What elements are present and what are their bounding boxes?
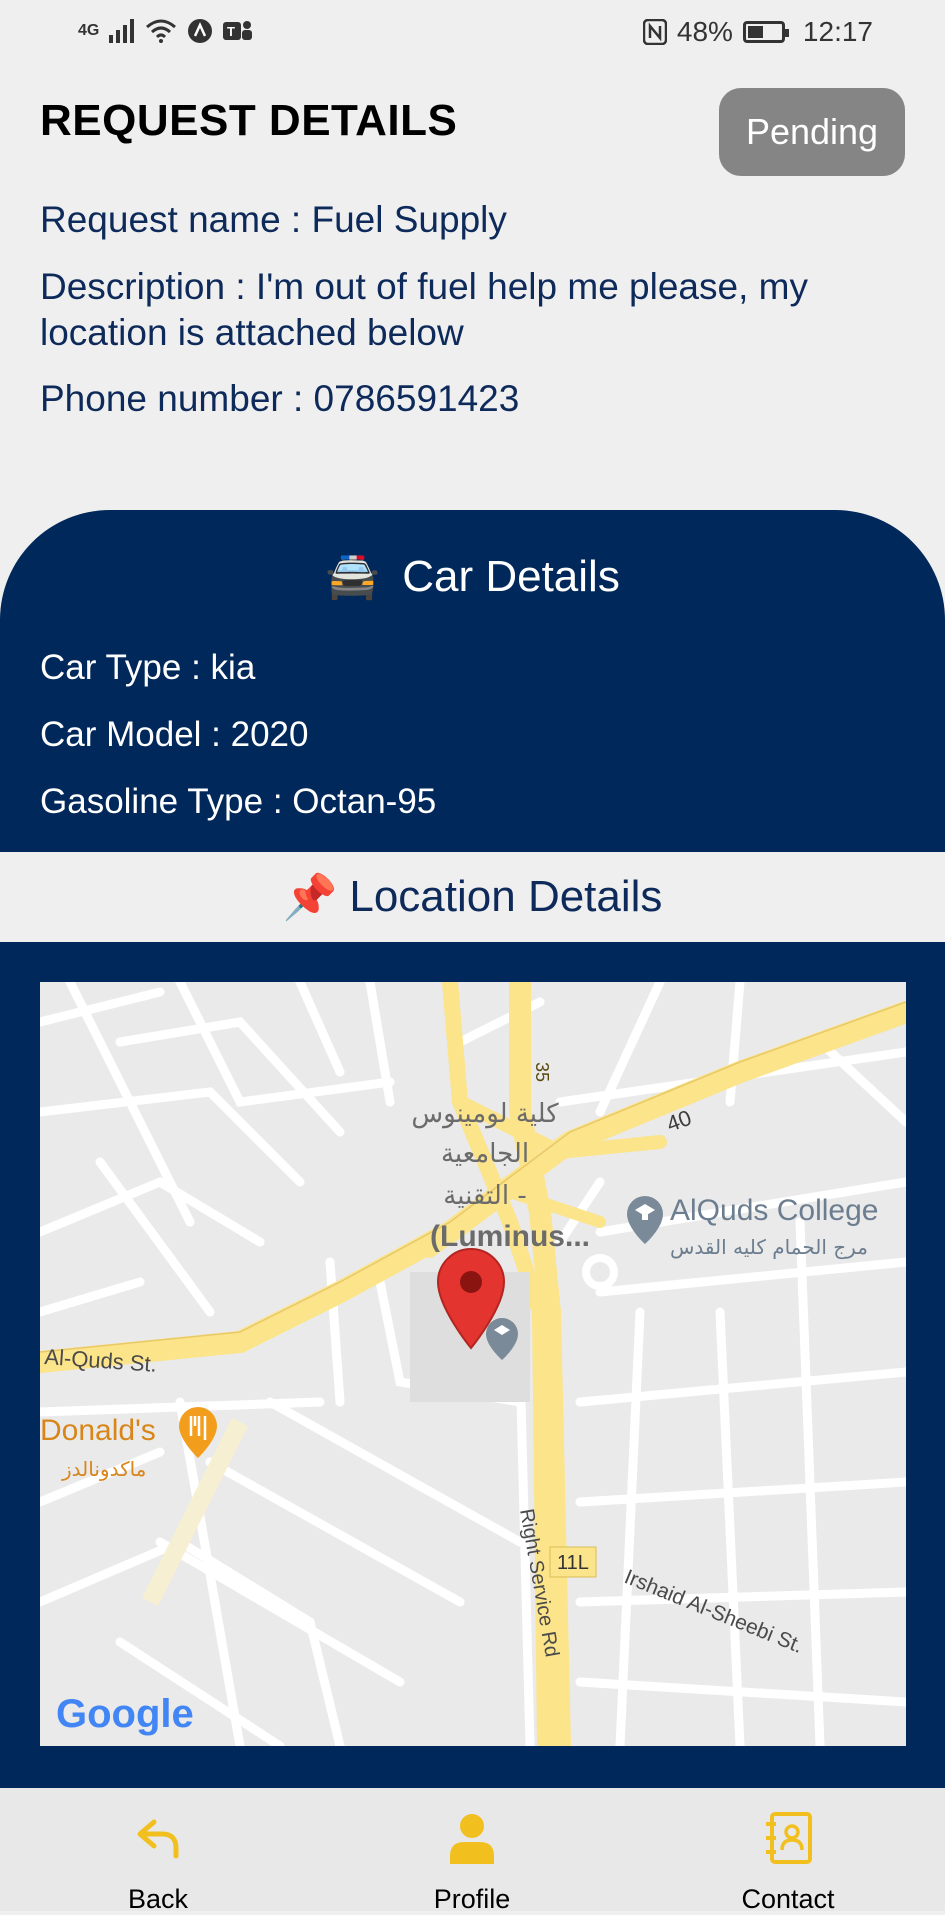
nav-back[interactable]: Back <box>58 1788 258 1914</box>
svg-text:التقنية -: التقنية - <box>443 1181 526 1211</box>
status-icons-right: 48% 12:17 <box>642 16 873 48</box>
svg-text:الجامعية: الجامعية <box>441 1139 529 1169</box>
nfc-icon <box>642 19 667 45</box>
battery-icon <box>742 21 789 43</box>
map-section: 35 40 11L كلية لومينوس الجامعية التقنية … <box>0 942 945 1788</box>
nav-profile-label: Profile <box>433 1884 511 1914</box>
status-bar: 4G T 48% 12:17 <box>0 0 945 70</box>
poi-luminus-en: (Luminus... <box>430 1220 590 1253</box>
contact-book-icon <box>766 1812 812 1864</box>
car-details-heading: 🚔 Car Details <box>0 550 945 602</box>
request-name: Request name : Fuel Supply <box>40 199 507 240</box>
location-map[interactable]: 35 40 11L كلية لومينوس الجامعية التقنية … <box>40 982 906 1746</box>
status-badge: Pending <box>719 88 905 176</box>
battery-percent: 48% <box>676 16 733 47</box>
pushpin-icon: 📌 <box>282 873 338 922</box>
poi-alquds-en: AlQuds College <box>670 1194 878 1227</box>
back-arrow-icon <box>137 1819 179 1859</box>
car-type: Car Type : kia <box>40 648 256 687</box>
poi-mcdonalds-ar: ماكدونالدز <box>61 1457 146 1481</box>
car-details-section: 🚔 Car Details Car Type : kia Car Model :… <box>0 510 945 852</box>
road-label-11l: 11L <box>549 1546 597 1578</box>
page-title: REQUEST DETAILS <box>40 96 458 145</box>
nav-profile[interactable]: Profile <box>372 1788 572 1914</box>
teams-icon: T <box>223 21 253 40</box>
svg-text:35: 35 <box>532 1062 552 1082</box>
app-notification-icon <box>188 19 213 43</box>
gasoline-type: Gasoline Type : Octan-95 <box>40 782 437 821</box>
location-details-heading: 📌 Location Details <box>0 852 945 942</box>
poi-alquds-ar: مرج الحمام كليه القدس <box>670 1235 868 1259</box>
request-phone: Phone number : 0786591423 <box>40 378 520 419</box>
status-icons-left: 4G T <box>78 18 253 44</box>
police-car-icon: 🚔 <box>325 552 380 601</box>
nav-contact-label: Contact <box>741 1884 835 1914</box>
request-description: Description : I'm out of fuel help me pl… <box>40 266 808 353</box>
map-canvas[interactable]: 35 40 11L كلية لومينوس الجامعية التقنية … <box>40 982 906 1746</box>
network-type: 4G <box>78 22 100 39</box>
google-logo: Google <box>56 1692 194 1736</box>
wifi-icon <box>146 19 177 43</box>
car-model: Car Model : 2020 <box>40 715 309 754</box>
svg-text:Google: Google <box>56 1692 194 1736</box>
poi-mcdonalds-en: Donald's <box>40 1414 156 1447</box>
person-icon <box>450 1814 494 1864</box>
nav-back-label: Back <box>127 1884 189 1914</box>
nav-contact[interactable]: Contact <box>688 1788 888 1914</box>
svg-text:كلية لومينوس: كلية لومينوس <box>411 1099 559 1129</box>
svg-text:T: T <box>227 24 235 39</box>
car-details-title: Car Details <box>402 552 620 601</box>
signal-icon <box>109 19 135 43</box>
bottom-nav: Back Profile Contact <box>0 1788 945 1914</box>
svg-text:11L: 11L <box>557 1552 589 1574</box>
road-label-35: 35 <box>532 1062 552 1082</box>
clock: 12:17 <box>802 16 873 47</box>
location-details-title: Location Details <box>349 872 663 921</box>
